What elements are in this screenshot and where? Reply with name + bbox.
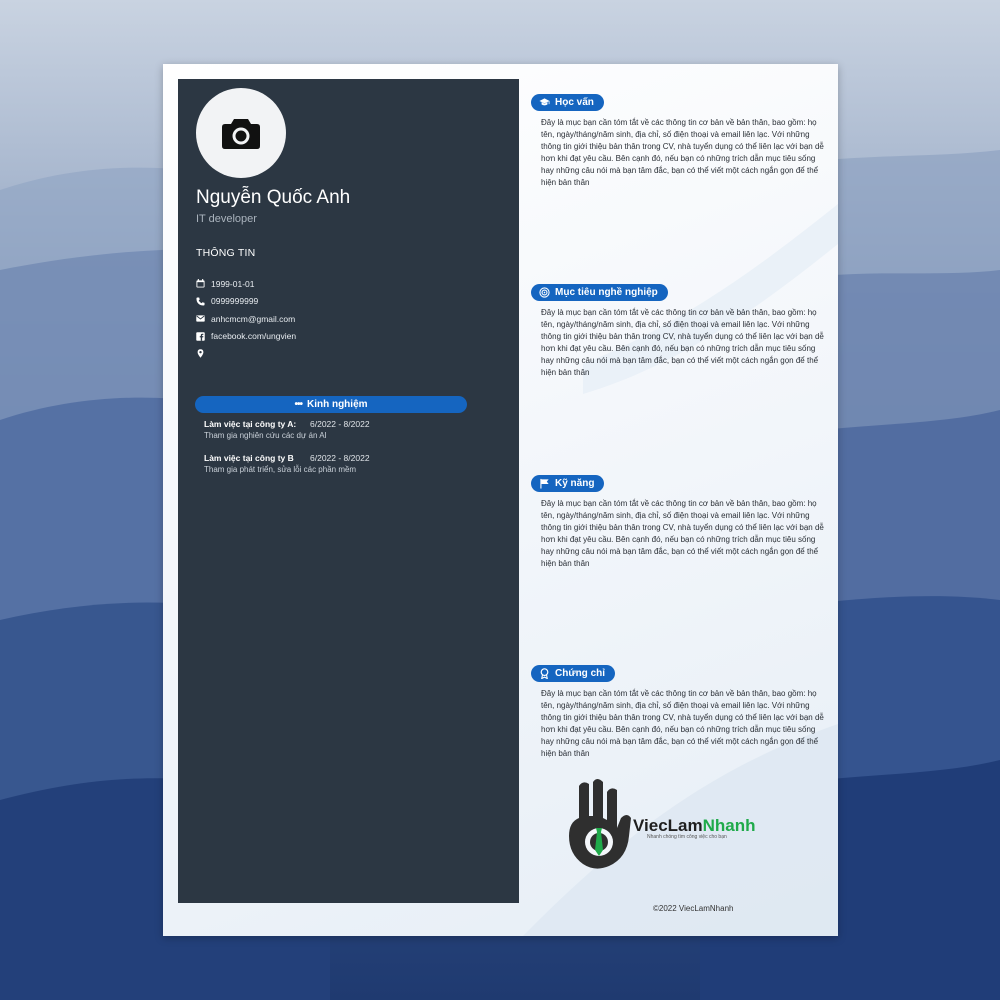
section-education: Học vấn Đây là mục bạn cần tóm tắt về cá… (531, 93, 827, 190)
candidate-name: Nguyễn Quốc Anh (196, 187, 351, 208)
brand-tagline: Nhanh chóng tìm công việc cho bạn (647, 834, 727, 840)
section-heading: Học vấn (531, 94, 604, 111)
contact-text: 1999-01-01 (211, 278, 255, 289)
experience-heading: ••• Kinh nghiệm (195, 396, 467, 413)
section-heading: Kỹ năng (531, 475, 605, 492)
contact-birthdate: 1999-01-01 (196, 275, 296, 293)
contact-location (196, 345, 296, 363)
contact-facebook[interactable]: facebook.com/ungvien (196, 328, 296, 346)
experience-desc: Tham gia nghiên cứu các dự án AI (204, 431, 327, 440)
section-skills: Kỹ năng Đây là mục bạn cần tóm tắt về cá… (531, 474, 827, 571)
contact-email[interactable]: anhcmcm@gmail.com (196, 310, 296, 328)
ok-hand-logo-icon (569, 779, 631, 869)
experience-period: 6/2022 - 8/2022 (310, 453, 370, 463)
brand-name-part1: ViecLam (633, 816, 703, 835)
facebook-icon (196, 332, 205, 341)
section-title: Kỹ năng (555, 478, 595, 489)
award-icon (540, 668, 549, 679)
section-title: Học vấn (555, 97, 594, 108)
experience-item: Làm việc tại công ty A: 6/2022 - 8/2022 T… (204, 419, 484, 440)
brand-name: ViecLamNhanh (633, 816, 756, 836)
camera-icon (222, 119, 260, 149)
contact-list: 1999-01-01 0999999999 anhcmcm@gmail.com … (196, 275, 296, 363)
experience-item: Làm việc tại công ty B 6/2022 - 8/2022 Th… (204, 453, 484, 474)
profile-sidebar: Nguyễn Quốc Anh IT developer THÔNG TIN 1… (178, 79, 519, 903)
contact-text: facebook.com/ungvien (211, 331, 297, 342)
section-heading: Chứng chỉ (531, 665, 616, 682)
section-title: Chứng chỉ (555, 668, 606, 679)
contact-phone: 0999999999 (196, 293, 296, 311)
avatar[interactable] (196, 88, 286, 178)
candidate-role: IT developer (196, 213, 257, 225)
section-body: Đây là mục bạn cần tóm tắt về các thông … (541, 499, 824, 569)
experience-list: Làm việc tại công ty A: 6/2022 - 8/2022 T… (204, 419, 484, 487)
section-title: Mục tiêu nghề nghiệp (555, 287, 658, 298)
phone-icon (196, 297, 205, 306)
calendar-icon (196, 279, 205, 288)
more-dots-icon: ••• (294, 399, 302, 410)
footer-copyright: ©2022 ViecLamNhanh (653, 904, 734, 913)
experience-company: Làm việc tại công ty A: (204, 419, 297, 429)
cv-page: Nguyễn Quốc Anh IT developer THÔNG TIN 1… (163, 64, 838, 936)
mail-icon (196, 315, 205, 322)
brand-name-part2: Nhanh (702, 816, 756, 835)
flag-icon (540, 478, 549, 489)
graduation-cap-icon (539, 98, 550, 106)
location-icon (197, 349, 204, 358)
section-body: Đây là mục bạn cần tóm tắt về các thông … (541, 689, 824, 759)
info-heading: THÔNG TIN (196, 247, 256, 259)
contact-text: 0999999999 (211, 296, 259, 307)
section-career-goal: Mục tiêu nghề nghiệp Đây là mục bạn cần … (531, 283, 827, 380)
experience-title: Kinh nghiệm (306, 399, 368, 410)
experience-period: 6/2022 - 8/2022 (310, 419, 370, 429)
section-body: Đây là mục bạn cần tóm tắt về các thông … (541, 308, 824, 378)
experience-company: Làm việc tại công ty B (204, 453, 294, 463)
experience-desc: Tham gia phát triển, sửa lỗi các phần mề… (204, 465, 357, 474)
section-heading: Mục tiêu nghề nghiệp (531, 284, 668, 301)
section-body: Đây là mục bạn cần tóm tắt về các thông … (541, 118, 824, 188)
target-icon (539, 287, 550, 298)
section-certificates: Chứng chỉ Đây là mục bạn cần tóm tắt về … (531, 664, 827, 761)
contact-text: anhcmcm@gmail.com (211, 313, 296, 324)
vieclamnhanh-logo: ViecLamNhanh Nhanh chóng tìm công việc c… (565, 778, 795, 874)
